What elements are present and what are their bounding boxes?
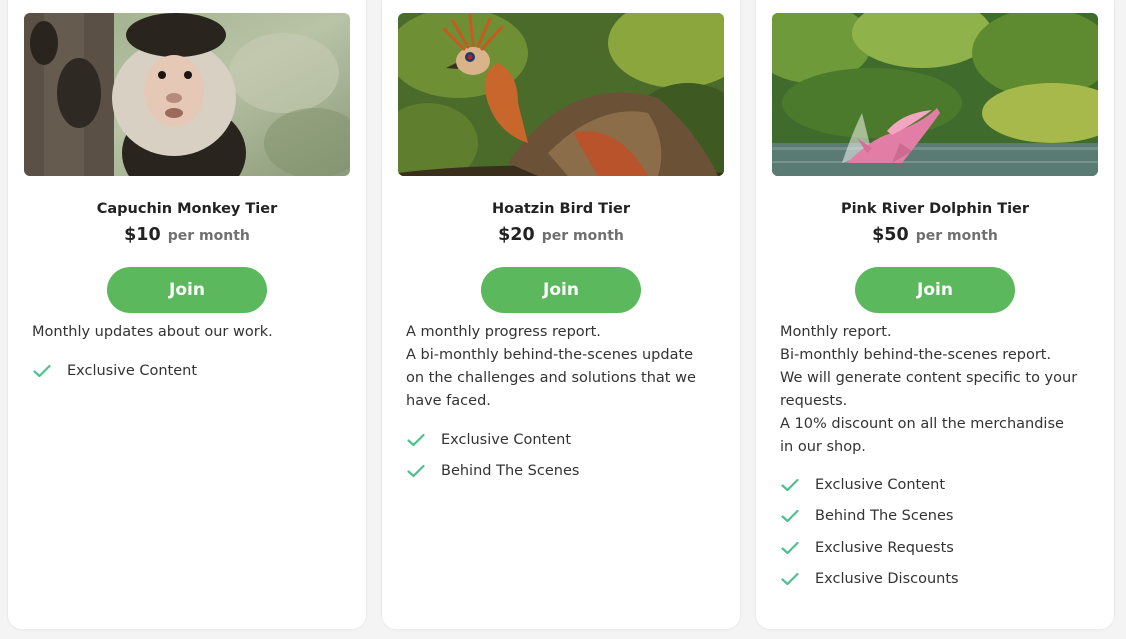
benefit-item: Exclusive Content xyxy=(32,355,197,387)
benefit-item: Exclusive Requests xyxy=(780,532,959,564)
tier-price: $10 per month xyxy=(8,225,366,245)
tier-description: Monthly report. Bi-monthly behind-the-sc… xyxy=(780,321,1080,459)
check-icon xyxy=(781,478,799,491)
tier-card-hoatzin: Hoatzin Bird Tier $20 per month Join A m… xyxy=(382,0,740,629)
price-amount: $50 xyxy=(872,225,909,245)
check-icon xyxy=(781,541,799,554)
hoatzin-bird-photo xyxy=(398,13,724,176)
benefit-list: Exclusive Content xyxy=(32,355,197,387)
join-button[interactable]: Join xyxy=(481,267,641,313)
price-amount: $20 xyxy=(498,225,535,245)
check-icon xyxy=(781,510,799,523)
check-icon xyxy=(781,573,799,586)
benefit-list: Exclusive Content Behind The Scenes xyxy=(406,424,579,487)
description-text: Monthly report. Bi-monthly behind-the-sc… xyxy=(780,324,1078,455)
check-icon xyxy=(407,465,425,478)
price-period: per month xyxy=(167,228,250,244)
join-button[interactable]: Join xyxy=(107,267,267,313)
join-button[interactable]: Join xyxy=(855,267,1015,313)
price-amount: $10 xyxy=(124,225,161,245)
benefit-item: Exclusive Content xyxy=(406,424,579,456)
description-line: Monthly updates about our work. xyxy=(32,324,273,340)
price-period: per month xyxy=(915,228,998,244)
tier-description: Monthly updates about our work. xyxy=(32,321,332,344)
tier-card-pink-dolphin: Pink River Dolphin Tier $50 per month Jo… xyxy=(756,0,1114,629)
check-icon xyxy=(33,364,51,377)
tier-title: Pink River Dolphin Tier xyxy=(840,201,1030,217)
tier-title: Capuchin Monkey Tier xyxy=(96,201,278,217)
benefit-label: Exclusive Discounts xyxy=(815,571,959,588)
tier-title: Hoatzin Bird Tier xyxy=(491,201,631,217)
benefit-item: Behind The Scenes xyxy=(780,501,959,533)
benefit-label: Exclusive Requests xyxy=(815,539,954,556)
benefit-label: Exclusive Content xyxy=(815,476,946,493)
tier-card-capuchin: Capuchin Monkey Tier $10 per month Join … xyxy=(8,0,366,629)
tier-description: A monthly progress report. A bi-monthly … xyxy=(406,321,706,413)
price-period: per month xyxy=(541,228,624,244)
benefit-list: Exclusive Content Behind The Scenes Excl… xyxy=(780,469,959,595)
tier-price: $50 per month xyxy=(756,225,1114,245)
description-text: A monthly progress report. A bi-monthly … xyxy=(406,324,696,409)
benefit-label: Exclusive Content xyxy=(67,362,198,379)
tier-price: $20 per month xyxy=(382,225,740,245)
benefit-label: Exclusive Content xyxy=(441,431,572,448)
benefit-item: Exclusive Discounts xyxy=(780,564,959,596)
capuchin-monkey-photo xyxy=(24,13,350,176)
benefit-item: Exclusive Content xyxy=(780,469,959,501)
benefit-label: Behind The Scenes xyxy=(815,508,954,525)
tier-cards: Capuchin Monkey Tier $10 per month Join … xyxy=(0,0,1126,639)
check-icon xyxy=(407,433,425,446)
pink-river-dolphin-photo xyxy=(772,13,1098,176)
benefit-label: Behind The Scenes xyxy=(441,463,580,480)
benefit-item: Behind The Scenes xyxy=(406,456,579,488)
